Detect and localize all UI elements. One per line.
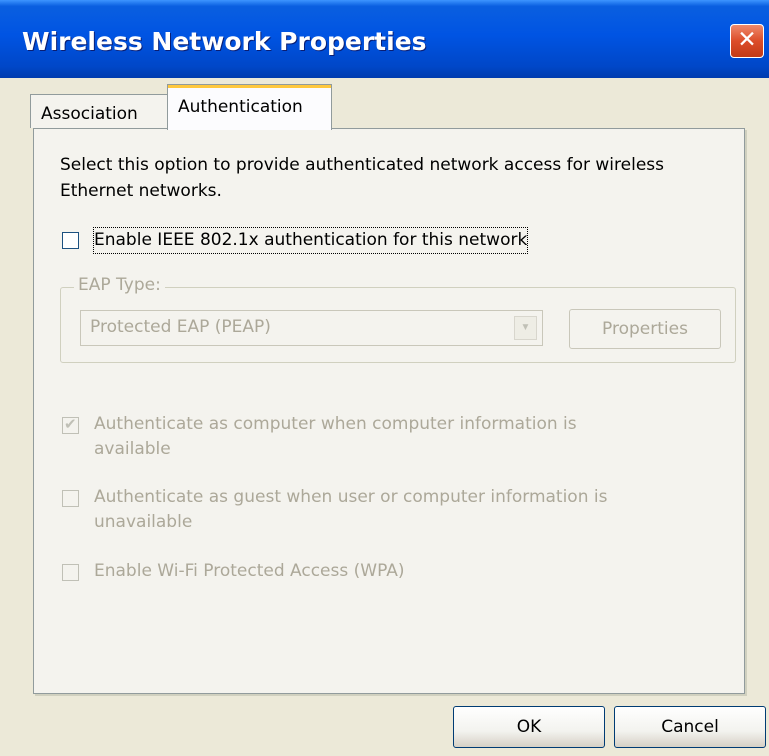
dropdown-arrow-icon[interactable]: ▼ (514, 316, 537, 340)
description-text: Select this option to provide authentica… (60, 155, 664, 201)
ok-button[interactable]: OK (453, 706, 605, 748)
enable-8021x-label[interactable]: Enable IEEE 802.1x authentication for th… (92, 227, 529, 254)
title-bar[interactable]: Wireless Network Properties ✕ (0, 0, 769, 78)
auth-guest-checkbox[interactable] (62, 490, 79, 507)
tab-association[interactable]: Association (30, 94, 168, 128)
tab-authentication[interactable]: Authentication (167, 84, 332, 130)
auth-guest-label-line1: Authenticate as guest when user or compu… (94, 487, 608, 507)
enable-wpa-label: Enable Wi-Fi Protected Access (WPA) (94, 561, 405, 581)
enable-wpa-checkbox[interactable] (62, 564, 79, 581)
tab-panel (33, 128, 745, 694)
window-title: Wireless Network Properties (22, 27, 427, 56)
properties-button[interactable]: Properties (569, 309, 721, 349)
eap-type-select[interactable]: Protected EAP (PEAP) ▼ (80, 310, 543, 346)
auth-computer-label-line1: Authenticate as computer when computer i… (94, 414, 577, 434)
auth-computer-label-line2: available (94, 439, 171, 459)
close-icon: ✕ (737, 27, 757, 53)
auth-guest-label-line2: unavailable (94, 512, 193, 532)
dialog-window: Wireless Network Properties ✕ Associatio… (0, 0, 769, 756)
close-button[interactable]: ✕ (730, 24, 764, 58)
eap-type-legend: EAP Type: (74, 275, 165, 295)
checkmark-icon: ✔ (64, 416, 77, 433)
eap-type-value: Protected EAP (PEAP) (90, 317, 271, 337)
auth-computer-checkbox[interactable]: ✔ (62, 416, 79, 434)
enable-8021x-checkbox[interactable] (62, 232, 79, 249)
cancel-button[interactable]: Cancel (614, 706, 766, 748)
